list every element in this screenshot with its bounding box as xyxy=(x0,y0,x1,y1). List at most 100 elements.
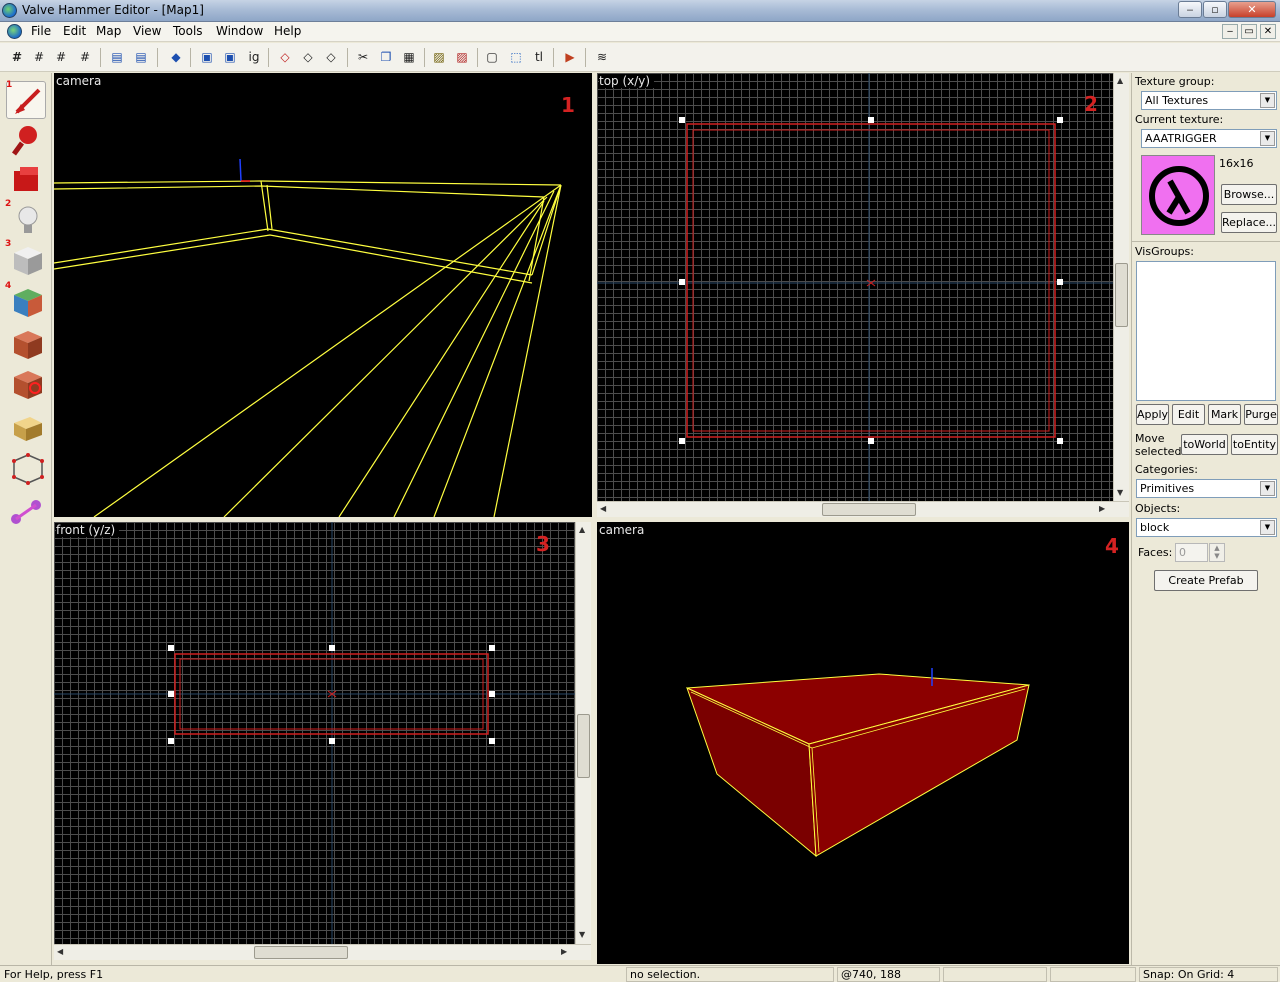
viewport-top-2[interactable]: top (x/y) 2 xyxy=(597,73,1113,501)
chevron-down-icon[interactable]: ▼ xyxy=(1260,131,1275,146)
make-hollow-icon[interactable]: ▨ xyxy=(452,48,472,67)
to-entity-button[interactable]: toEntity xyxy=(1231,434,1278,455)
top-view-hscrollbar[interactable]: ◀ ▶ xyxy=(597,501,1129,517)
scroll-right-icon[interactable]: ▶ xyxy=(1099,504,1105,513)
menu-edit[interactable]: Edit xyxy=(63,24,86,38)
move-label: Move xyxy=(1135,432,1165,445)
maximize-button[interactable]: ▫ xyxy=(1203,1,1227,18)
block-tool[interactable]: 3 xyxy=(6,241,46,279)
copy-icon[interactable]: ❐ xyxy=(376,48,396,67)
visgroups-label: VisGroups: xyxy=(1135,245,1194,258)
selection-box-icon[interactable]: ▢ xyxy=(482,48,502,67)
brick-cube-icon xyxy=(6,325,46,363)
viewport-label: front (y/z) xyxy=(56,523,119,537)
scroll-thumb[interactable] xyxy=(577,714,590,778)
to-entity-icon[interactable]: tl xyxy=(529,48,549,67)
clipping-tool[interactable] xyxy=(6,409,46,447)
group-icon[interactable]: ▣ xyxy=(197,48,217,67)
front-view-vscrollbar[interactable]: ▲ ▼ xyxy=(575,522,591,944)
show-all-icon[interactable]: ◇ xyxy=(321,48,341,67)
decal-cube-icon xyxy=(6,365,46,403)
entity-report-icon[interactable]: ≋ xyxy=(592,48,612,67)
texture-application-tool[interactable]: 4 xyxy=(6,283,46,321)
menu-window[interactable]: Window xyxy=(216,24,263,38)
camera-icon xyxy=(6,161,46,199)
run-map-icon[interactable]: ▶ xyxy=(560,48,580,67)
grid-toggle-icon[interactable]: # xyxy=(7,48,27,67)
hide-unselected-icon[interactable]: ◇ xyxy=(298,48,318,67)
visgroups-purge-button[interactable]: Purge xyxy=(1244,404,1278,425)
scroll-down-icon[interactable]: ▼ xyxy=(579,930,585,939)
scroll-up-icon[interactable]: ▲ xyxy=(579,525,585,534)
texture-group-select[interactable]: All Textures ▼ xyxy=(1141,91,1277,110)
paste-icon[interactable]: ▦ xyxy=(399,48,419,67)
decal-tool[interactable] xyxy=(6,365,46,403)
load-window-state-icon[interactable]: ▤ xyxy=(107,48,127,67)
status-dimensions xyxy=(943,967,1047,982)
close-button[interactable]: ✕ xyxy=(1228,1,1276,18)
replace-button[interactable]: Replace... xyxy=(1221,212,1277,233)
carve-icon[interactable]: ▨ xyxy=(429,48,449,67)
current-texture-select[interactable]: AAATRIGGER ▼ xyxy=(1141,129,1277,148)
move-selected-label: selected: xyxy=(1135,445,1185,458)
cut-icon[interactable]: ✂ xyxy=(353,48,373,67)
scroll-thumb[interactable] xyxy=(1115,263,1128,327)
ungroup-icon[interactable]: ▣ xyxy=(220,48,240,67)
chevron-down-icon[interactable]: ▼ xyxy=(1260,520,1275,535)
menu-bar: File Edit Map View Tools Window Help ‒ ▭… xyxy=(0,22,1280,42)
menu-view[interactable]: View xyxy=(133,24,161,38)
grid-larger-icon[interactable]: # xyxy=(75,48,95,67)
lightbulb-icon xyxy=(6,201,46,239)
mdi-restore-button[interactable]: ▭ xyxy=(1241,24,1257,39)
vertex-manipulation-tool[interactable] xyxy=(6,449,46,487)
faces-input[interactable]: 0 xyxy=(1175,543,1208,562)
scroll-down-icon[interactable]: ▼ xyxy=(1117,488,1123,497)
selected-brush-top xyxy=(597,73,1113,501)
menu-map[interactable]: Map xyxy=(96,24,121,38)
magnify-tool[interactable] xyxy=(6,121,46,159)
selection-tool[interactable]: 1 xyxy=(6,81,46,119)
browse-button[interactable]: Browse... xyxy=(1221,184,1277,205)
tool-palette: 1 2 3 4 xyxy=(0,73,52,965)
faces-spinner[interactable]: ▲▼ xyxy=(1209,543,1225,562)
viewport-camera-4[interactable]: camera 4 xyxy=(597,522,1129,964)
create-prefab-button[interactable]: Create Prefab xyxy=(1154,570,1258,591)
select-region-icon[interactable]: ⬚ xyxy=(506,48,526,67)
mdi-close-button[interactable]: ✕ xyxy=(1260,24,1276,39)
menu-help[interactable]: Help xyxy=(274,24,301,38)
document-icon[interactable] xyxy=(7,24,22,39)
scroll-right-icon[interactable]: ▶ xyxy=(561,947,567,956)
camera-tool[interactable] xyxy=(6,161,46,199)
objects-select[interactable]: block ▼ xyxy=(1136,518,1277,537)
visgroups-apply-button[interactable]: Apply xyxy=(1136,404,1169,425)
mdi-minimize-button[interactable]: ‒ xyxy=(1222,24,1238,39)
categories-select[interactable]: Primitives ▼ xyxy=(1136,479,1277,498)
menu-file[interactable]: File xyxy=(31,24,51,38)
visgroups-edit-button[interactable]: Edit xyxy=(1172,404,1205,425)
chevron-down-icon[interactable]: ▼ xyxy=(1260,481,1275,496)
path-tool[interactable] xyxy=(6,493,46,531)
entity-tool[interactable]: 2 xyxy=(6,201,46,239)
front-view-hscrollbar[interactable]: ◀ ▶ xyxy=(54,944,591,960)
apply-current-texture-tool[interactable] xyxy=(6,325,46,363)
chevron-down-icon[interactable]: ▼ xyxy=(1260,93,1275,108)
ignore-groups-icon[interactable]: ig xyxy=(244,48,264,67)
minimize-button[interactable]: ‒ xyxy=(1178,1,1202,18)
grid-3d-icon[interactable]: # xyxy=(29,48,49,67)
texture-lock-icon[interactable]: ◆ xyxy=(166,48,186,67)
hide-selected-icon[interactable]: ◇ xyxy=(275,48,295,67)
grid-smaller-icon[interactable]: # xyxy=(51,48,71,67)
viewport-camera-1[interactable]: camera 1 xyxy=(54,73,592,517)
visgroups-mark-button[interactable]: Mark xyxy=(1208,404,1241,425)
scroll-left-icon[interactable]: ◀ xyxy=(600,504,606,513)
scroll-up-icon[interactable]: ▲ xyxy=(1117,76,1123,85)
top-view-vscrollbar[interactable]: ▲ ▼ xyxy=(1113,73,1129,501)
scroll-left-icon[interactable]: ◀ xyxy=(57,947,63,956)
scroll-thumb[interactable] xyxy=(254,946,348,959)
visgroups-list[interactable] xyxy=(1136,261,1276,401)
save-window-state-icon[interactable]: ▤ xyxy=(131,48,151,67)
scroll-thumb[interactable] xyxy=(822,503,916,516)
viewport-front-3[interactable]: front (y/z) 3 xyxy=(54,522,575,944)
menu-tools[interactable]: Tools xyxy=(173,24,203,38)
to-world-button[interactable]: toWorld xyxy=(1181,434,1228,455)
